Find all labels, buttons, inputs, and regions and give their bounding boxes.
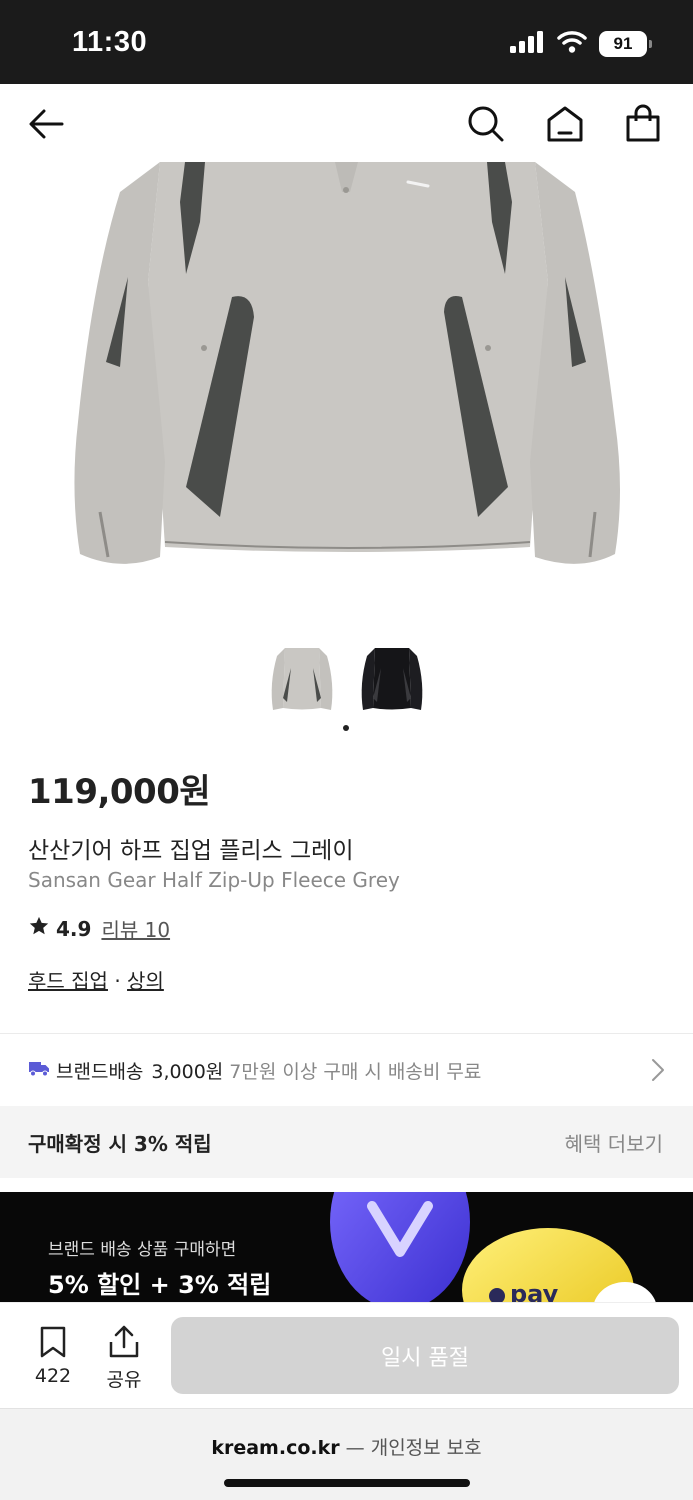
status-time: 11:30 xyxy=(72,26,148,58)
category-separator: · xyxy=(107,969,128,993)
soldout-button[interactable]: 일시 품절 xyxy=(171,1317,679,1394)
carousel-dot-active xyxy=(343,725,349,731)
share-icon xyxy=(109,1325,139,1358)
banner-pay-text: pay xyxy=(510,1280,559,1302)
image-thumbnails xyxy=(0,644,693,716)
wifi-icon xyxy=(557,30,587,58)
product-image[interactable] xyxy=(0,162,693,602)
category-link-tops[interactable]: 상의 xyxy=(127,969,164,993)
url-text: kream.co.kr — 개인정보 보호 xyxy=(0,1433,693,1460)
status-icons: 91 xyxy=(509,30,652,58)
search-icon[interactable] xyxy=(466,104,506,144)
browser-url-bar[interactable]: kream.co.kr — 개인정보 보호 xyxy=(0,1408,693,1500)
bottom-action-bar: 422 공유 일시 품절 xyxy=(0,1302,693,1408)
shipping-title: 브랜드배송 xyxy=(56,1060,144,1083)
product-categories: 후드 집업 · 상의 xyxy=(28,965,164,994)
shopping-bag-icon[interactable] xyxy=(623,104,663,144)
promo-banner[interactable]: 브랜드 배송 상품 구매하면 5% 할인 + 3% 적립 pay xyxy=(0,1192,693,1302)
battery-icon: 91 xyxy=(599,31,652,57)
product-price: 119,000원 xyxy=(28,772,211,812)
thumbnail-black[interactable] xyxy=(357,644,427,716)
bookmark-count: 422 xyxy=(34,1365,72,1387)
benefits-more-link[interactable]: 혜택 더보기 xyxy=(565,1128,663,1157)
privacy-label: 개인정보 보호 xyxy=(370,1437,482,1459)
home-indicator[interactable] xyxy=(224,1479,470,1487)
top-navigation xyxy=(0,84,693,162)
category-link-hood-zipup[interactable]: 후드 집업 xyxy=(28,969,108,993)
product-name-english: Sansan Gear Half Zip-Up Fleece Grey xyxy=(28,868,400,892)
home-icon[interactable] xyxy=(545,104,585,144)
thumbnail-grey[interactable] xyxy=(267,644,337,716)
points-benefit-row: 구매확정 시 3% 적립 혜택 더보기 xyxy=(0,1106,693,1178)
shipping-info-row[interactable]: 브랜드배송 3,000원 7만원 이상 구매 시 배송비 무료 xyxy=(0,1034,693,1106)
product-name-korean: 산산기어 하프 집업 플리스 그레이 xyxy=(28,838,354,864)
back-arrow-icon[interactable] xyxy=(26,104,66,144)
truck-icon xyxy=(28,1059,50,1082)
url-domain: kream.co.kr xyxy=(211,1437,340,1459)
review-link[interactable]: 리뷰 10 xyxy=(101,914,170,943)
cellular-signal-icon xyxy=(509,30,545,58)
share-button[interactable]: 공유 xyxy=(96,1325,152,1392)
url-separator: — xyxy=(339,1437,371,1459)
rating-value: 4.9 xyxy=(56,916,92,941)
product-rating: 4.9 리뷰 10 xyxy=(28,914,170,943)
star-icon xyxy=(28,915,50,942)
bookmark-button[interactable]: 422 xyxy=(25,1325,81,1387)
points-title: 구매확정 시 3% 적립 xyxy=(28,1131,212,1156)
banner-coins-graphic xyxy=(330,1192,656,1302)
status-bar: 11:30 91 xyxy=(0,0,693,84)
share-label: 공유 xyxy=(106,1369,142,1391)
bookmark-icon xyxy=(40,1326,66,1358)
shipping-note: 7만원 이상 구매 시 배송비 무료 xyxy=(229,1060,482,1083)
chevron-right-icon xyxy=(651,1058,665,1087)
shipping-fee: 3,000원 xyxy=(151,1060,224,1083)
